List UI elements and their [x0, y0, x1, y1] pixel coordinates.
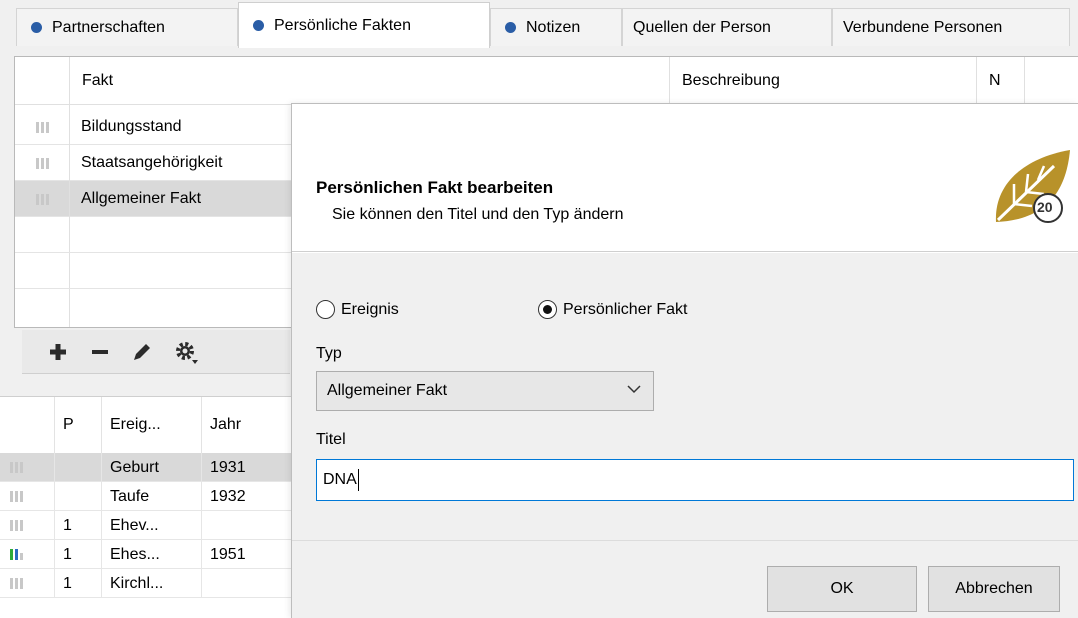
event-name: Kirchl...: [102, 569, 202, 598]
gear-icon[interactable]: [172, 338, 200, 366]
event-year: 1931: [210, 458, 246, 476]
event-name: Geburt: [102, 453, 202, 482]
event-p: [55, 453, 102, 482]
ok-button[interactable]: OK: [767, 566, 917, 612]
tab-quellen-der-person[interactable]: Quellen der Person: [622, 8, 832, 46]
dialog-header: Persönlichen Fakt bearbeiten Sie können …: [292, 104, 1078, 252]
logo-text: 20: [1037, 199, 1053, 215]
event-name: Ehes...: [102, 540, 202, 569]
edit-fact-dialog: Persönlichen Fakt bearbeiten Sie können …: [291, 103, 1078, 618]
dialog-footer: OK Abbrechen: [292, 540, 1078, 618]
event-row-selected[interactable]: Geburt 1931: [0, 453, 300, 482]
app-logo-icon: 20: [984, 144, 1074, 224]
dialog-title: Persönlichen Fakt bearbeiten: [316, 178, 554, 197]
events-grid: P Ereig... Jahr Geburt 1931 Taufe 1932 1…: [0, 396, 300, 618]
fact-label: Bildungsstand: [81, 118, 182, 135]
dialog-subtitle: Sie können den Titel und den Typ ändern: [332, 206, 624, 223]
event-p: [55, 482, 102, 511]
row-handle: [0, 482, 55, 511]
event-p: 1: [55, 511, 102, 540]
titel-input[interactable]: DNA: [316, 459, 1074, 501]
event-name: Taufe: [102, 482, 202, 511]
fact-label: Staatsangehörigkeit: [81, 154, 223, 171]
quality-bars-icon: [10, 491, 23, 502]
quality-bars-icon: [35, 157, 49, 169]
tab-dot-icon: [31, 22, 42, 33]
tab-label: Persönliche Fakten: [274, 16, 411, 34]
tab-persoenliche-fakten[interactable]: Persönliche Fakten: [238, 2, 490, 48]
radio-persoenlicher-fakt[interactable]: Persönlicher Fakt: [538, 300, 688, 319]
column-header-n[interactable]: N: [977, 57, 1025, 105]
tab-label: Partnerschaften: [52, 18, 165, 36]
event-year: 1951: [210, 545, 246, 563]
chevron-down-icon: [627, 385, 641, 394]
text-caret: [357, 469, 359, 491]
tab-label: Quellen der Person: [633, 18, 771, 36]
facts-toolbar: [22, 330, 290, 374]
typ-label: Typ: [316, 345, 342, 362]
titel-label: Titel: [316, 431, 346, 448]
column-header-p[interactable]: P: [55, 397, 102, 453]
tab-label: Verbundene Personen: [843, 18, 1003, 36]
radio-persoenlicher-fakt-label: Persönlicher Fakt: [563, 300, 688, 318]
tab-notizen[interactable]: Notizen: [490, 8, 622, 46]
row-handle: [0, 511, 55, 540]
event-year: 1932: [210, 487, 246, 505]
radio-ereignis[interactable]: Ereignis: [316, 300, 399, 319]
tab-bar: Partnerschaften Persönliche Fakten Notiz…: [0, 0, 1078, 48]
pencil-icon[interactable]: [128, 338, 156, 366]
row-handle: [0, 569, 55, 598]
gutter-header: [0, 397, 55, 453]
event-row[interactable]: 1 Kirchl...: [0, 569, 300, 598]
event-row[interactable]: Taufe 1932: [0, 482, 300, 511]
event-row[interactable]: 1 Ehev...: [0, 511, 300, 540]
plus-icon[interactable]: [44, 338, 72, 366]
row-handle: [0, 540, 55, 569]
gutter-header: [15, 57, 70, 105]
typ-select[interactable]: Allgemeiner Fakt: [316, 371, 654, 411]
titel-input-value: DNA: [323, 471, 357, 488]
event-p: 1: [55, 540, 102, 569]
event-year: [202, 569, 300, 598]
typ-select-value: Allgemeiner Fakt: [327, 382, 448, 399]
event-row[interactable]: 1 Ehes... 1951: [0, 540, 300, 569]
quality-bars-icon: [35, 193, 49, 205]
radio-checked-icon: [538, 300, 557, 319]
tab-dot-icon: [505, 22, 516, 33]
event-name: Ehev...: [102, 511, 202, 540]
tab-dot-icon: [253, 20, 264, 31]
row-handle: [0, 453, 55, 482]
events-grid-header: P Ereig... Jahr: [0, 397, 300, 453]
fact-label: Allgemeiner Fakt: [81, 190, 202, 207]
tab-label: Notizen: [526, 18, 581, 36]
row-handle: [15, 109, 70, 145]
row-handle: [15, 181, 70, 217]
column-header-fakt[interactable]: Fakt: [70, 57, 670, 105]
tab-verbundene-personen[interactable]: Verbundene Personen: [832, 8, 1070, 46]
column-header-beschreibung[interactable]: Beschreibung: [670, 57, 977, 105]
minus-icon[interactable]: [86, 338, 114, 366]
column-header-jahr[interactable]: Jahr: [202, 397, 300, 453]
column-header-ereignis[interactable]: Ereig...: [102, 397, 202, 453]
tab-partnerschaften[interactable]: Partnerschaften: [16, 8, 238, 46]
quality-bars-icon: [10, 549, 23, 560]
quality-bars-icon: [10, 462, 23, 473]
radio-unchecked-icon: [316, 300, 335, 319]
quality-bars-icon: [10, 520, 23, 531]
event-year: [202, 511, 300, 540]
radio-ereignis-label: Ereignis: [341, 300, 399, 318]
event-p: 1: [55, 569, 102, 598]
quality-bars-icon: [35, 121, 49, 133]
quality-bars-icon: [10, 578, 23, 589]
cancel-button[interactable]: Abbrechen: [928, 566, 1060, 612]
facts-grid-header: Fakt Beschreibung N: [15, 57, 1078, 105]
row-handle: [15, 145, 70, 181]
